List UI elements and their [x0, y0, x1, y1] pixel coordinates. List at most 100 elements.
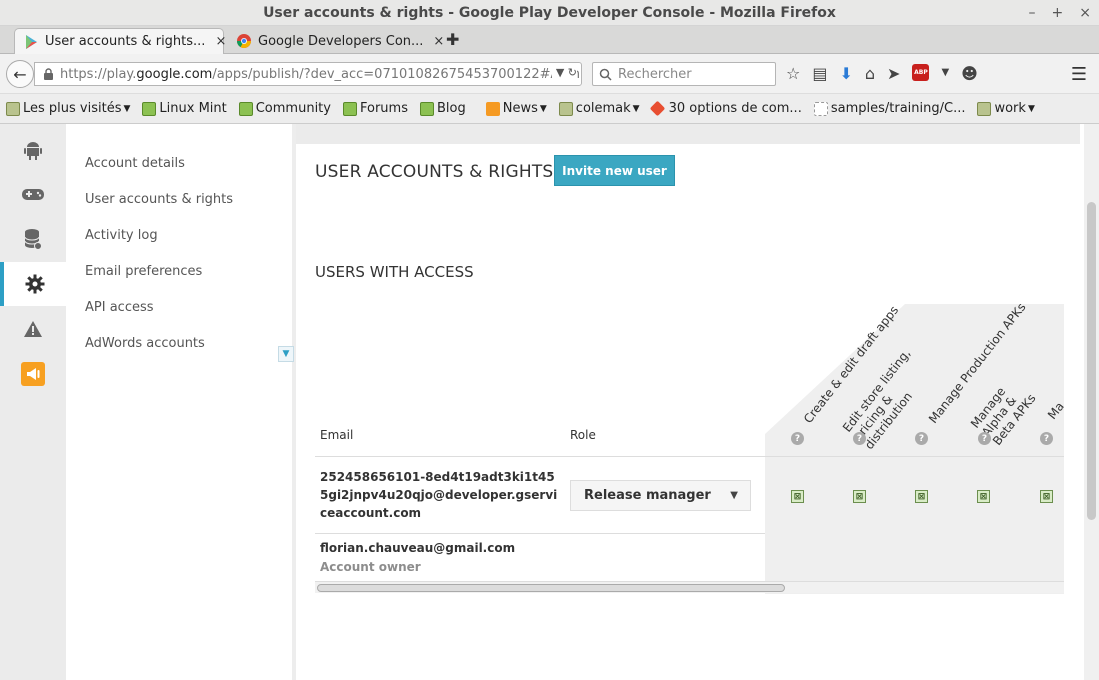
warning-icon[interactable] [0, 307, 66, 351]
adblock-icon[interactable]: ABP [912, 64, 930, 81]
bookmark-label: colemak [575, 101, 631, 116]
main-panel: USER ACCOUNTS & RIGHTS Invite new user U… [296, 124, 1084, 680]
chevron-down-icon: ▼ [1027, 103, 1035, 114]
role-dropdown[interactable]: Release manager ▼ [570, 480, 751, 511]
sidebar-item-api-access[interactable]: API access [85, 300, 154, 315]
bookmark-label: Linux Mint [159, 101, 227, 116]
android-icon[interactable] [0, 128, 66, 172]
sidebar-item-activity-log[interactable]: Activity log [85, 228, 158, 243]
help-icon[interactable]: ? [853, 432, 866, 445]
minimize-button[interactable]: – [1029, 0, 1036, 26]
page-content: Account details User accounts & rights A… [0, 124, 1099, 680]
url-bar[interactable]: https://play. google.com/apps/publish/?de… [34, 62, 582, 86]
bookmark-label: News [502, 101, 538, 116]
dropdown-arrow-icon[interactable]: ▼ [941, 64, 949, 83]
email-column-header: Email [320, 428, 354, 442]
scrollbar-thumb[interactable] [317, 584, 785, 592]
sidebar-item-adwords-accounts[interactable]: AdWords accounts [85, 336, 205, 351]
download-icon[interactable]: ⬇ [839, 64, 852, 83]
settings-gear-icon[interactable] [0, 262, 66, 306]
tab-google-developers[interactable]: Google Developers Con... × [228, 28, 444, 54]
role-column-header: Role [570, 428, 596, 442]
help-icon[interactable]: ? [978, 432, 991, 445]
permission-checkbox[interactable]: ⊠ [1040, 490, 1053, 503]
home-icon[interactable]: ⌂ [865, 64, 875, 83]
rss-icon [485, 101, 500, 116]
folder-icon [977, 101, 992, 116]
lock-icon [43, 67, 54, 81]
blank-page-icon [813, 101, 828, 116]
mint-icon [238, 101, 253, 116]
sidebar-item-user-accounts[interactable]: User accounts & rights [85, 192, 233, 207]
user-email: florian.chauveau@gmail.com [320, 541, 516, 555]
scrollbar-thumb[interactable] [1087, 202, 1096, 520]
emoji-icon[interactable]: ☻ [961, 64, 978, 83]
permission-checkbox[interactable]: ⊠ [977, 490, 990, 503]
bookmark-blog[interactable]: Blog [419, 101, 466, 116]
tab-user-accounts[interactable]: User accounts & rights... × [14, 28, 226, 54]
url-controls[interactable]: ▼ ↻ [551, 66, 577, 79]
search-icon [599, 68, 612, 81]
users-table: Email Role Create & edit draft apps Edit… [315, 304, 1064, 594]
sidebar-item-email-preferences[interactable]: Email preferences [85, 264, 202, 279]
role-selected-value: Release manager [584, 488, 711, 503]
tab-label: Google Developers Con... [258, 33, 424, 49]
help-icon[interactable]: ? [915, 432, 928, 445]
search-placeholder: Rechercher [618, 66, 692, 82]
vertical-scrollbar[interactable] [1084, 124, 1099, 680]
app-icon-nav [0, 124, 66, 680]
page-title: USER ACCOUNTS & RIGHTS [315, 162, 554, 182]
bookmark-star-icon[interactable]: ☆ [786, 64, 800, 83]
bookmark-forums[interactable]: Forums [342, 101, 408, 116]
tab-close-icon[interactable]: × [215, 34, 226, 49]
invite-new-user-button[interactable]: Invite new user [554, 155, 675, 186]
tab-close-icon[interactable]: × [433, 34, 444, 49]
window-titlebar: User accounts & rights - Google Play Dev… [0, 0, 1099, 26]
bookmark-work[interactable]: work ▼ [977, 101, 1035, 116]
bookmark-news[interactable]: News ▼ [485, 101, 547, 116]
permission-checkbox[interactable]: ⊠ [853, 490, 866, 503]
sidebar-item-account-details[interactable]: Account details [85, 156, 185, 171]
bookmark-git-options[interactable]: 30 options de com... [649, 100, 802, 117]
bookmark-label: samples/training/C... [830, 101, 966, 116]
permission-checkbox[interactable]: ⊠ [791, 490, 804, 503]
gamepad-icon[interactable] [0, 172, 66, 216]
bookmark-label: Community [255, 101, 331, 116]
mint-icon [419, 101, 434, 116]
bookmark-most-visited[interactable]: Les plus visités ▼ [6, 101, 130, 116]
navigation-toolbar: ← https://play. google.com/apps/publish/?… [0, 54, 1099, 94]
back-button[interactable]: ← [6, 60, 34, 88]
user-role-label: Account owner [320, 560, 421, 574]
bookmark-colemak[interactable]: colemak ▼ [558, 101, 640, 116]
window-title: User accounts & rights - Google Play Dev… [263, 5, 836, 21]
mint-icon [142, 101, 157, 116]
folder-icon [558, 101, 573, 116]
horizontal-scrollbar[interactable] [315, 581, 1064, 593]
bookmark-linux-mint[interactable]: Linux Mint [142, 101, 227, 116]
search-input[interactable]: Rechercher [592, 62, 776, 86]
help-icon[interactable]: ? [791, 432, 804, 445]
database-icon[interactable] [0, 217, 66, 261]
chevron-down-icon: ▼ [730, 490, 738, 501]
sidebar-collapse-icon[interactable]: ▼ [278, 346, 294, 362]
bookmark-label: Blog [436, 101, 466, 116]
permission-checkbox[interactable]: ⊠ [915, 490, 928, 503]
help-icon[interactable]: ? [1040, 432, 1053, 445]
new-tab-button[interactable]: ✚ [446, 30, 459, 49]
bookmarks-toolbar: Les plus visités ▼ Linux Mint Community F… [0, 94, 1099, 124]
content-top-strip [296, 124, 1080, 144]
maximize-button[interactable]: + [1052, 0, 1064, 26]
send-icon[interactable]: ➤ [887, 64, 900, 83]
menu-button[interactable]: ☰ [1071, 64, 1087, 85]
folder-icon [6, 101, 20, 116]
reading-list-icon[interactable]: ▤ [812, 64, 827, 83]
url-host: google.com [136, 66, 213, 82]
promotions-icon[interactable] [0, 352, 66, 396]
git-icon [649, 100, 665, 117]
bookmark-samples[interactable]: samples/training/C... [813, 101, 966, 116]
mint-icon [342, 101, 357, 116]
bookmark-community[interactable]: Community [238, 101, 331, 116]
chevron-down-icon: ▼ [539, 103, 547, 114]
window-close-button[interactable]: × [1079, 0, 1091, 26]
url-path: /apps/publish/?dev_acc=07101082675453700… [212, 66, 581, 82]
